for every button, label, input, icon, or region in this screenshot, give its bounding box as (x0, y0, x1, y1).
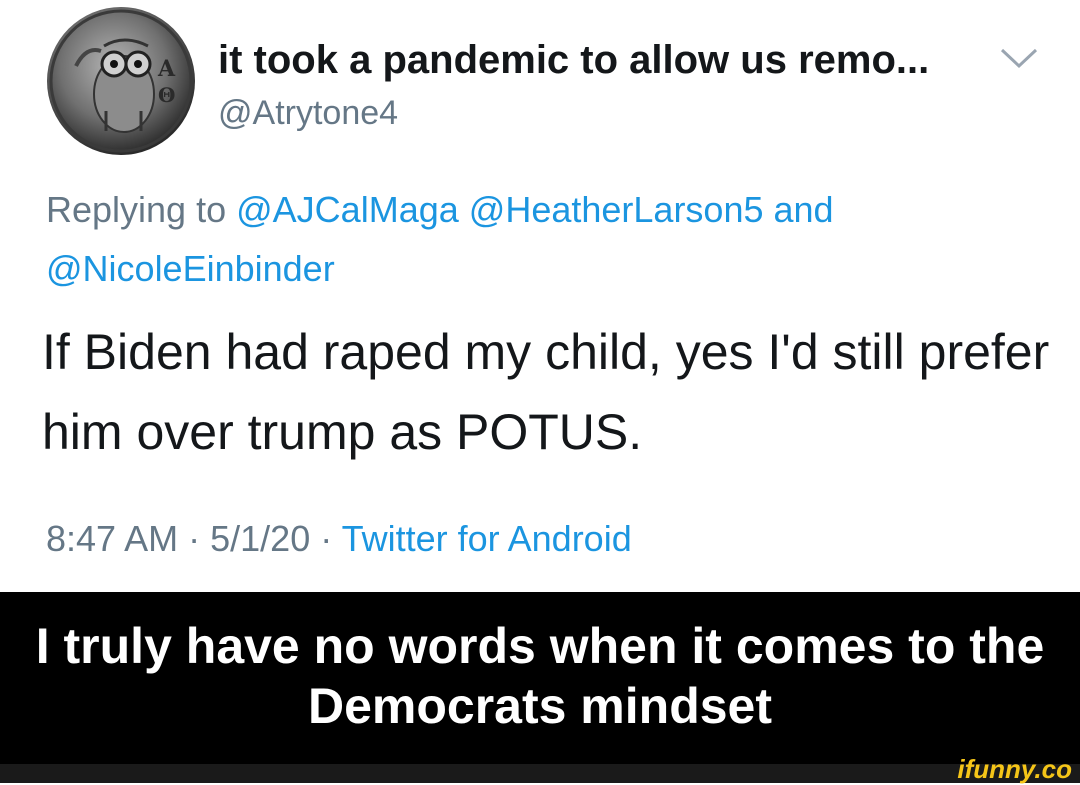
reply-and[interactable]: and (774, 189, 834, 230)
replying-prefix: Replying to (46, 189, 227, 230)
tweet-source-link[interactable]: Twitter for Android (342, 518, 632, 559)
ifunny-watermark: ifunny.co (957, 754, 1072, 784)
reply-user-link[interactable]: @HeatherLarson5 (469, 189, 764, 230)
reply-user-link[interactable]: @NicoleEinbinder (46, 248, 335, 289)
chevron-down-icon[interactable] (996, 44, 1042, 72)
display-name[interactable]: it took a pandemic to allow us remo... (218, 38, 929, 83)
tweet-text: If Biden had raped my child, yes I'd sti… (42, 324, 1050, 460)
svg-text:Θ: Θ (158, 83, 175, 107)
replying-to: Replying to @AJCalMaga @HeatherLarson5 a… (46, 180, 1046, 298)
tweet-card: A Θ it took a pandemic to allow us remo.… (0, 0, 1080, 592)
tweet-date[interactable]: 5/1/20 (210, 518, 310, 559)
meme-caption: I truly have no words when it comes to t… (0, 592, 1080, 764)
footer-bar (0, 764, 1080, 783)
tweet-time[interactable]: 8:47 AM (46, 518, 178, 559)
owl-coin-icon: A Θ (47, 7, 195, 155)
tweet-meta: 8:47 AM · 5/1/20 · Twitter for Android (46, 518, 632, 560)
svg-text:A: A (157, 56, 176, 82)
meta-separator: · (188, 518, 201, 559)
meta-separator: · (320, 518, 333, 559)
reply-user-link[interactable]: @AJCalMaga (236, 189, 459, 230)
avatar[interactable]: A Θ (46, 6, 196, 156)
user-handle[interactable]: @Atrytone4 (218, 94, 398, 133)
